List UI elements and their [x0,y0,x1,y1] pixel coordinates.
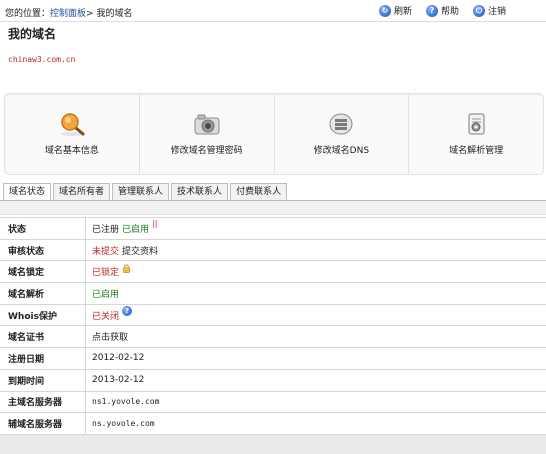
status-indicator-icon: || [152,218,158,228]
registration-date: 2012-02-12 [92,353,145,364]
help-icon: ? [425,4,438,17]
audit-not-submitted: 未提交 [92,246,120,257]
primary-nameserver: ns1.yovole.com [92,397,160,407]
action-panel: 域名基本信息 修改域名管理密码 修改域名DNS 域名解析管理 [4,93,544,175]
row-label: 状态 [0,218,86,239]
table-header-strip [0,201,546,215]
row-label: 辅域名服务器 [0,413,86,434]
submit-materials-link[interactable]: 提交资料 [122,244,158,257]
breadcrumb-separator: > [86,9,94,19]
action-change-dns[interactable]: 修改域名DNS [273,94,409,174]
tab-tech-contact[interactable]: 技术联系人 [171,183,229,200]
row-label: Whois保护 [0,304,86,326]
table-row: 状态 已注册 已启用 || [0,218,546,240]
table-row: 主域名服务器 ns1.yovole.com [0,391,546,414]
action-domain-info-label: 域名基本信息 [44,146,99,156]
domain-page: 您的位置：控制面板> 我的域名 ↻ 刷新 ? 帮助 ⏻ 注销 我的域名 chin… [0,0,546,454]
tab-domain-owner[interactable]: 域名所有者 [53,183,111,200]
logout-icon: ⏻ [472,4,485,17]
row-value: 未提交 提交资料 [86,244,158,257]
whois-help-icon[interactable]: ? [122,306,133,317]
row-value: 已注册 已启用 || [86,218,158,235]
row-value: ns.yovole.com [86,419,155,428]
row-label: 审核状态 [0,239,86,261]
help-button[interactable]: ? 帮助 [425,4,459,17]
row-label: 域名证书 [0,326,86,348]
help-label: 帮助 [440,7,459,17]
status-registered: 已注册 [92,224,120,235]
row-label: 域名解析 [0,283,86,304]
row-value: 2012-02-12 [86,353,144,363]
row-label: 主域名服务器 [0,391,86,413]
logout-label: 注销 [487,7,506,17]
action-change-password-label: 修改域名管理密码 [170,146,243,156]
breadcrumb-prefix: 您的位置： [5,9,51,19]
table-row: 域名解析 已启用 [0,283,546,305]
table-row: 域名证书 点击获取 [0,326,546,349]
refresh-button[interactable]: ↻ 刷新 [378,4,412,17]
action-dns-resolve-label: 域名解析管理 [449,146,504,156]
row-value: 点击获取 [86,330,128,343]
table-row: 注册日期 2012-02-12 [0,348,546,370]
table-row: 辅域名服务器 ns.yovole.com [0,413,546,435]
logout-button[interactable]: ⏻ 注销 [472,4,506,17]
row-value: 已关闭 ? [86,306,133,322]
document-gear-icon [468,113,485,135]
secondary-nameserver: ns.yovole.com [92,419,155,429]
magnifier-icon [60,113,85,136]
lock-status: 已锁定 [92,268,120,279]
row-value: 已锁定 [86,264,131,279]
whois-status: 已关闭 [92,311,120,322]
table-row: 到期时间 2013-02-12 [0,369,546,392]
server-icon [329,113,353,135]
row-value: 2013-02-12 [86,375,144,385]
tab-admin-contact[interactable]: 管理联系人 [112,183,170,200]
table-row: Whois保护 已关闭 ? [0,304,546,327]
top-bar: 您的位置：控制面板> 我的域名 ↻ 刷新 ? 帮助 ⏻ 注销 [0,0,546,22]
tab-domain-status[interactable]: 域名状态 [3,183,52,201]
row-label: 注册日期 [0,348,86,369]
row-value: 已启用 [86,287,119,300]
table-row: 审核状态 未提交 提交资料 [0,239,546,262]
refresh-label: 刷新 [393,7,412,17]
status-table: 状态 已注册 已启用 || 审核状态 未提交 提交资料 域名锁定 已锁定 域名解… [0,217,546,435]
tab-bar: 域名状态 域名所有者 管理联系人 技术联系人 付费联系人 [3,183,288,201]
table-row: 域名锁定 已锁定 [0,261,546,284]
page-title: 我的域名 [8,27,57,41]
row-label: 到期时间 [0,369,86,391]
camera-icon [194,114,220,135]
tab-billing-contact[interactable]: 付费联系人 [230,183,288,200]
domain-name: chinaw3.com.cn [8,55,76,64]
expiration-date: 2013-02-12 [92,375,145,386]
refresh-icon: ↻ [378,4,391,17]
status-enabled: 已启用 [122,224,150,235]
breadcrumb-link-control-panel[interactable]: 控制面板 [50,9,86,19]
action-change-password[interactable]: 修改域名管理密码 [138,94,274,174]
get-certificate-link[interactable]: 点击获取 [92,330,128,343]
breadcrumb: 您的位置：控制面板> 我的域名 [5,6,132,19]
breadcrumb-current: 我的域名 [96,9,133,19]
row-value: ns1.yovole.com [86,397,159,406]
action-dns-resolve[interactable]: 域名解析管理 [408,94,543,174]
toolbar: ↻ 刷新 ? 帮助 ⏻ 注销 [378,4,506,17]
footer-bar [0,434,546,454]
row-label: 域名锁定 [0,261,86,283]
resolve-status: 已启用 [92,289,120,300]
action-change-dns-label: 修改域名DNS [313,146,370,156]
action-domain-info[interactable]: 域名基本信息 [5,94,139,174]
lock-icon[interactable] [122,264,131,274]
